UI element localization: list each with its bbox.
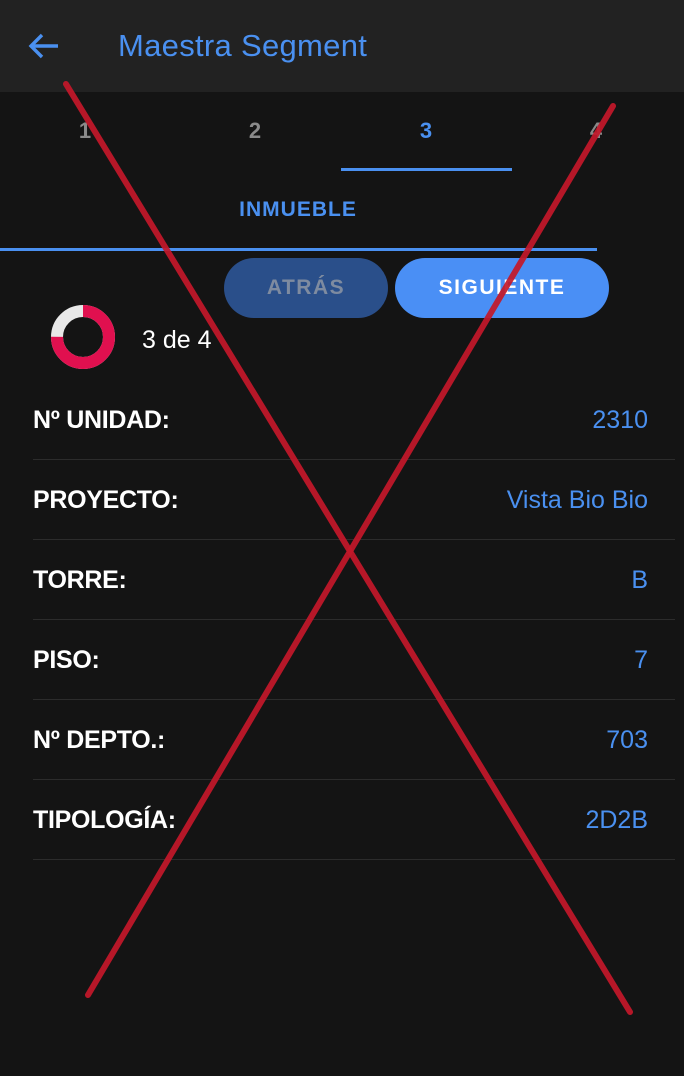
step-active-indicator bbox=[341, 168, 512, 171]
field-label: Nº DEPTO.: bbox=[33, 726, 166, 754]
app-bar: Maestra Segment bbox=[0, 0, 684, 92]
arrow-left-icon[interactable] bbox=[26, 28, 62, 64]
back-button[interactable]: ATRÁS bbox=[224, 258, 388, 318]
section-indicator bbox=[0, 248, 597, 251]
field-label: PROYECTO: bbox=[33, 486, 179, 514]
field-value: 703 bbox=[606, 726, 648, 754]
field-value: 2310 bbox=[592, 406, 648, 434]
next-button[interactable]: SIGUIENTE bbox=[395, 258, 609, 318]
field-label: TORRE: bbox=[33, 566, 127, 594]
progress-ring bbox=[51, 305, 115, 369]
field-label: PISO: bbox=[33, 646, 100, 674]
step-tab-2[interactable]: 2 bbox=[170, 118, 340, 144]
step-tabs: 1 2 3 4 bbox=[0, 92, 684, 172]
field-value: Vista Bio Bio bbox=[506, 486, 648, 514]
field-value: B bbox=[631, 566, 648, 594]
field-value: 7 bbox=[634, 646, 648, 674]
detail-list: Nº UNIDAD: 2310 PROYECTO: Vista Bio Bio … bbox=[33, 380, 675, 860]
right-edge bbox=[684, 0, 690, 1076]
field-value: 2D2B bbox=[585, 806, 648, 834]
field-label: TIPOLOGÍA: bbox=[33, 806, 176, 834]
list-item: PROYECTO: Vista Bio Bio bbox=[33, 460, 675, 540]
step-tab-3[interactable]: 3 bbox=[341, 118, 511, 144]
section-tab-inmueble[interactable]: INMUEBLE bbox=[0, 198, 596, 222]
list-item: PISO: 7 bbox=[33, 620, 675, 700]
page-title: Maestra Segment bbox=[118, 28, 368, 63]
progress-label: 3 de 4 bbox=[142, 326, 212, 354]
step-tab-1[interactable]: 1 bbox=[0, 118, 170, 144]
list-item: Nº UNIDAD: 2310 bbox=[33, 380, 675, 460]
step-tab-4[interactable]: 4 bbox=[511, 118, 681, 144]
list-item: TORRE: B bbox=[33, 540, 675, 620]
list-item: TIPOLOGÍA: 2D2B bbox=[33, 780, 675, 860]
field-label: Nº UNIDAD: bbox=[33, 406, 170, 434]
list-item: Nº DEPTO.: 703 bbox=[33, 700, 675, 780]
